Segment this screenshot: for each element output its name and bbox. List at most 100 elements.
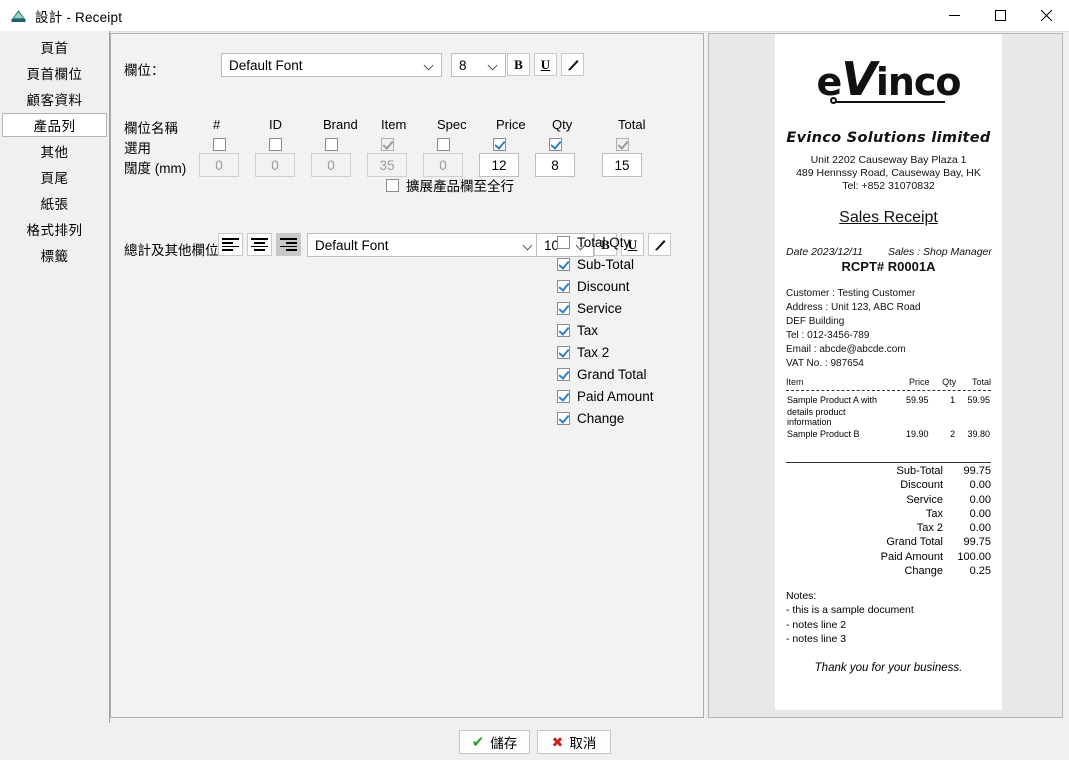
sidebar-item-label: 頁尾 <box>40 171 69 186</box>
total-field-row-total-qty[interactable]: Total Qty <box>557 235 630 250</box>
total-field-checkbox-service[interactable] <box>557 302 570 315</box>
total-field-row-tax[interactable]: Tax <box>557 323 598 338</box>
sidebar-item-header[interactable]: 頁首 <box>2 35 107 59</box>
column-header-brand: Brand <box>323 117 358 132</box>
total-field-label: Tax <box>577 323 599 338</box>
field-color-button[interactable] <box>561 53 584 76</box>
total-field-label: Tax 2 <box>577 345 610 360</box>
sidebar-item-labels[interactable]: 標籤 <box>2 243 107 267</box>
sidebar-item-others[interactable]: 其他 <box>2 139 107 163</box>
total-field-checkbox-tax-2[interactable] <box>557 346 570 359</box>
column-enabled-checkbox-qty[interactable] <box>549 138 562 151</box>
chevron-down-icon <box>425 61 434 70</box>
total-row-tax-2: Tax 2 0.00 <box>786 521 991 535</box>
column-enabled-checkbox-brand[interactable] <box>325 138 338 151</box>
column-enabled-checkbox-id[interactable] <box>269 138 282 151</box>
logo-text-pre: e <box>816 60 842 104</box>
sidebar-item-header-fields[interactable]: 頁首欄位 <box>2 61 107 85</box>
column-width-input-hash[interactable]: 0 <box>199 153 239 177</box>
total-field-row-change[interactable]: Change <box>557 411 624 426</box>
total-row-tax: Tax 0.00 <box>786 507 991 521</box>
column-width-input-item[interactable]: 35 <box>367 153 407 177</box>
total-field-checkbox-sub-total[interactable] <box>557 258 570 271</box>
column-width-input-id[interactable]: 0 <box>255 153 295 177</box>
table-bottom-divider <box>786 462 991 463</box>
column-width-input-price[interactable]: 12 <box>479 153 519 177</box>
total-field-row-paid-amount[interactable]: Paid Amount <box>557 389 654 404</box>
table-row: Sample Product B 19.90 2 39.80 <box>786 428 991 440</box>
total-field-label: Discount <box>577 279 630 294</box>
sidebar-item-label: 紙張 <box>40 197 69 212</box>
field-label: 欄位： <box>124 63 165 78</box>
field-underline-button[interactable]: U <box>534 53 557 76</box>
column-enabled-checkbox-item <box>381 138 394 151</box>
logo-dot-icon <box>830 97 837 104</box>
align-right-button[interactable] <box>276 233 301 256</box>
column-width-input-qty[interactable]: 8 <box>535 153 575 177</box>
field-bold-button[interactable]: B <box>507 53 530 76</box>
cancel-button[interactable]: ✖ 取消 <box>537 730 611 754</box>
logo-text-v: V <box>841 52 877 106</box>
field-font-select[interactable]: Default Font <box>221 53 442 77</box>
total-field-row-grand-total[interactable]: Grand Total <box>557 367 647 382</box>
sidebar-item-layout[interactable]: 格式排列 <box>2 217 107 241</box>
window-controls <box>931 0 1069 31</box>
total-field-checkbox-paid-amount[interactable] <box>557 390 570 403</box>
total-field-row-discount[interactable]: Discount <box>557 279 630 294</box>
receipt-customer-line-3: DEF Building <box>786 316 845 327</box>
cancel-button-label: 取消 <box>569 736 597 751</box>
receipt-preview-panel[interactable]: eVinco Evinco Solutions limited Unit 220… <box>708 33 1063 718</box>
column-width-input-spec[interactable]: 0 <box>423 153 463 177</box>
sidebar-item-product-rows[interactable]: 產品列 <box>2 113 107 137</box>
receipt-address-line-1: Unit 2202 Causeway Bay Plaza 1 <box>810 154 967 166</box>
total-field-checkbox-grand-total[interactable] <box>557 368 570 381</box>
total-value: 0.00 <box>969 479 991 492</box>
total-field-row-tax-2[interactable]: Tax 2 <box>557 345 609 360</box>
sidebar-item-label: 頁首欄位 <box>26 67 83 82</box>
total-field-row-service[interactable]: Service <box>557 301 622 316</box>
column-enabled-checkbox-price[interactable] <box>493 138 506 151</box>
evinco-logo: eVinco <box>775 56 1002 102</box>
total-field-row-sub-total[interactable]: Sub-Total <box>557 257 634 272</box>
total-label: Change <box>904 565 943 578</box>
totals-font-select[interactable]: Default Font <box>307 233 541 257</box>
column-enabled-checkbox-hash[interactable] <box>213 138 226 151</box>
align-center-button[interactable] <box>247 233 272 256</box>
total-field-label: Service <box>577 301 623 316</box>
expand-item-checkbox[interactable] <box>386 178 399 192</box>
check-icon: ✔ <box>471 733 485 751</box>
sidebar-item-footer[interactable]: 頁尾 <box>2 165 107 189</box>
maximize-icon[interactable] <box>977 0 1023 31</box>
total-label: Service <box>906 493 943 506</box>
total-field-checkbox-change[interactable] <box>557 412 570 425</box>
column-enabled-checkbox-total <box>616 138 629 151</box>
sidebar-item-paper[interactable]: 紙張 <box>2 191 107 215</box>
table-row-continuation: details product information <box>786 406 991 428</box>
totals-color-button[interactable] <box>648 233 671 256</box>
column-width-input-total[interactable]: 15 <box>602 153 642 177</box>
align-left-button[interactable] <box>218 233 243 256</box>
total-field-checkbox-discount[interactable] <box>557 280 570 293</box>
receipt-company-name: Evinco Solutions limited <box>786 130 991 146</box>
logo-text-post: inco <box>875 60 962 104</box>
table-header-qty: Qty <box>942 377 957 387</box>
title-bar: 設計 - Receipt <box>0 0 1069 32</box>
sidebar-item-customer-info[interactable]: 顧客資料 <box>2 87 107 111</box>
close-icon[interactable] <box>1023 0 1069 31</box>
pen-icon <box>567 59 578 70</box>
logo-underline <box>835 101 945 103</box>
column-width-input-brand[interactable]: 0 <box>311 153 351 177</box>
receipt-item-rows: Sample Product A with 59.95 1 59.95 deta… <box>786 394 991 440</box>
chevron-down-icon <box>489 61 498 70</box>
column-enabled-checkbox-spec[interactable] <box>437 138 450 151</box>
sidebar-item-label: 產品列 <box>33 119 76 134</box>
field-size-select[interactable]: 8 <box>451 53 506 77</box>
receipt-thank-you: Thank you for your business. <box>814 662 963 674</box>
total-field-checkbox-total-qty[interactable] <box>557 236 570 249</box>
save-button[interactable]: ✔ 儲存 <box>459 730 530 754</box>
expand-item-row[interactable]: 擴展產品欄至全行 <box>386 175 514 195</box>
total-field-label: Change <box>577 411 625 426</box>
minimize-icon[interactable] <box>931 0 977 31</box>
total-field-checkbox-tax[interactable] <box>557 324 570 337</box>
column-header-price: Price <box>496 117 526 132</box>
